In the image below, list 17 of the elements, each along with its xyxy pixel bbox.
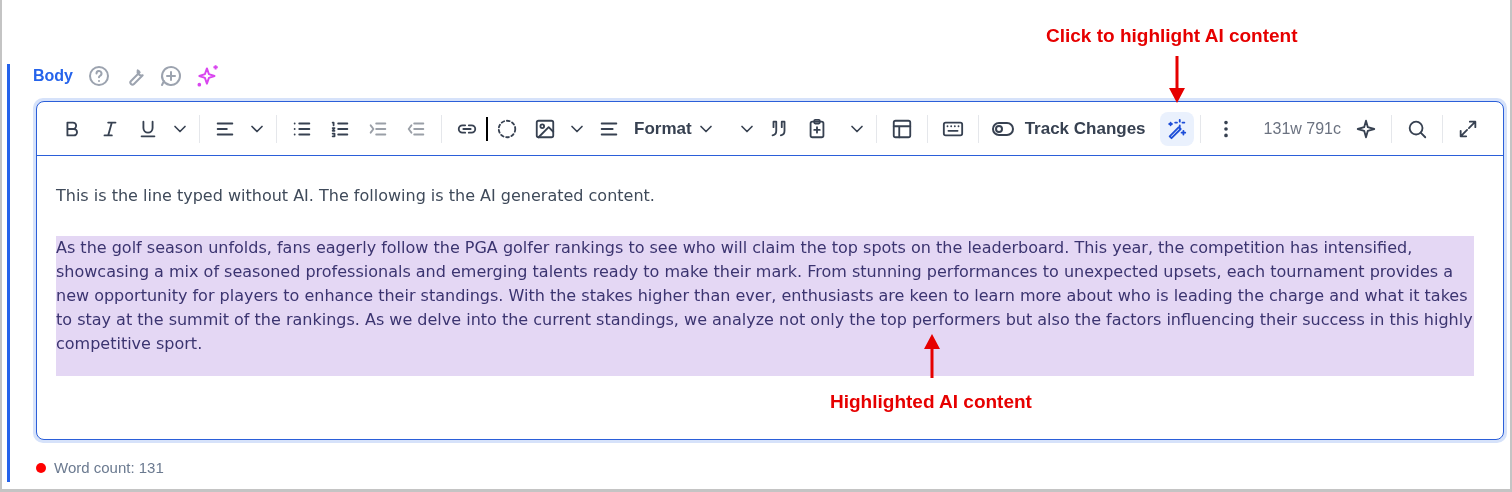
track-changes-toggle[interactable]: Track Changes [984, 111, 1152, 146]
word-count: Word count: 131 [54, 458, 164, 478]
word-char-count: 131w 791c [1263, 118, 1341, 139]
highlighted-paragraph: As the golf season unfolds, fans eagerly follow the PGA golfer rankings to see who will claim the top spots on the leaderboard. This year, the competition has intensified, showcasing a mix of seasoned professionals and emerging talents ready to make their mark. From stunning performances to unexpected upsets, each tournament provides a new opportunity for players to enhance their standings. With the stakes higher than ever, enthusiasts are keen to learn more about who is leading the charge and what it takes to stay at the summit of the rankings. As we delve into the current standings, we analyze not only the top performers but also the factors influencing their success in this highly competitive sport. [56, 236, 1474, 376]
highlight-ai-button[interactable] [1159, 111, 1194, 146]
paragraph: This is the line typed without AI. The following is the AI generated content. [56, 185, 656, 207]
annotation-arrow [1168, 56, 1186, 104]
table-icon[interactable] [890, 117, 913, 140]
annotation-arrow [923, 334, 941, 378]
annotation-text: Highlighted AI content [830, 390, 1032, 414]
image-icon[interactable] [534, 117, 556, 140]
field-label: Body [33, 66, 73, 86]
sparkle-icon[interactable] [1355, 117, 1377, 140]
dashed-circle-icon[interactable] [496, 117, 518, 140]
format-dropdown[interactable]: Format [628, 111, 722, 146]
magic-wand-icon [1165, 117, 1188, 140]
annotation-text: Click to highlight AI content [1046, 24, 1298, 48]
